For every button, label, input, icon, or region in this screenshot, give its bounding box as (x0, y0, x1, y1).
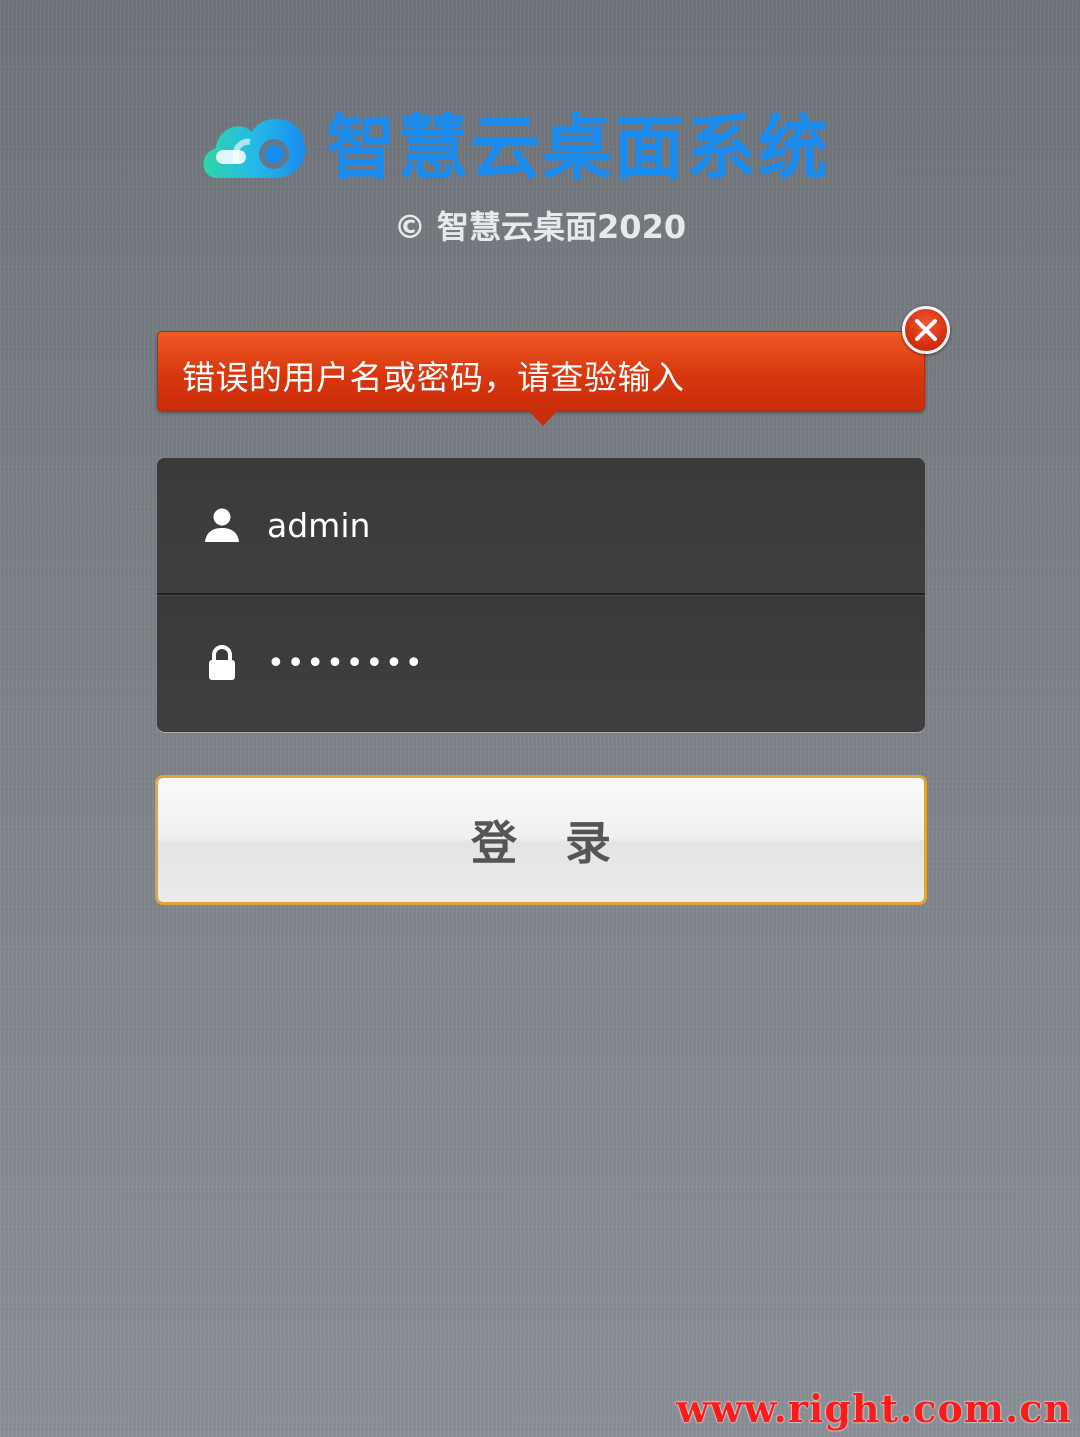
error-tooltip: 错误的用户名或密码，请查验输入 (157, 331, 925, 426)
error-message: 错误的用户名或密码，请查验输入 (182, 358, 685, 397)
username-field-row (157, 458, 925, 595)
lock-icon (209, 645, 235, 680)
password-input[interactable] (267, 631, 887, 695)
username-input[interactable] (267, 493, 887, 557)
cloud-icon (203, 118, 306, 179)
close-icon (915, 319, 937, 341)
copyright-text: © 智慧云桌面2020 (393, 208, 687, 246)
password-field-row (157, 595, 925, 731)
watermark-text: www.right.com.cn (676, 1386, 1072, 1431)
login-input-group (157, 458, 925, 732)
logo-text: 智慧云桌面系统 (326, 107, 830, 189)
login-button[interactable]: 登 录 (155, 775, 927, 905)
app-logo: 智慧云桌面系统 (196, 98, 856, 190)
error-close-button[interactable] (902, 306, 950, 354)
user-icon (205, 508, 239, 542)
